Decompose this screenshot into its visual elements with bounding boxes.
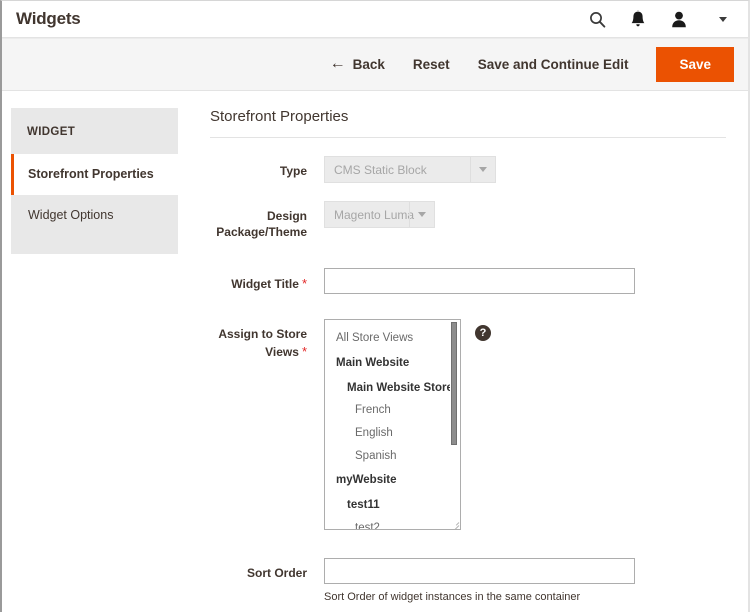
store-view-option[interactable]: myWebsite <box>325 467 460 493</box>
sidebar-item-label: Storefront Properties <box>28 167 154 181</box>
field-label-widget-title: Widget Title* <box>210 268 307 293</box>
design-package-theme-value: Magento Luma <box>325 202 409 227</box>
save-and-continue-label: Save and Continue Edit <box>478 57 629 72</box>
help-icon[interactable]: ? <box>475 325 491 341</box>
widget-title-label-text: Widget Title <box>231 277 299 291</box>
widget-title-input[interactable] <box>324 268 635 294</box>
chevron-down-icon <box>409 202 434 227</box>
page-title: Widgets <box>16 9 81 29</box>
sidebar-item-label: Widget Options <box>28 208 113 222</box>
admin-header: Widgets <box>2 1 748 38</box>
store-views-multiselect[interactable]: All Store Views Main Website Main Websit… <box>324 319 461 530</box>
type-select: CMS Static Block <box>324 156 496 183</box>
store-view-option[interactable]: Spanish <box>325 445 460 468</box>
field-label-design-package-theme: Design Package/Theme <box>210 201 307 240</box>
chevron-down-icon[interactable] <box>716 12 730 26</box>
chevron-down-icon <box>470 157 495 182</box>
store-view-option[interactable]: Main Website Store <box>325 376 460 400</box>
multiselect-scrollbar[interactable] <box>450 322 458 527</box>
save-button-label: Save <box>679 57 711 72</box>
store-view-option[interactable]: French <box>325 399 460 422</box>
reset-button-label: Reset <box>413 57 450 72</box>
search-icon[interactable] <box>587 9 607 29</box>
store-view-option[interactable]: test11 <box>325 493 460 517</box>
user-account-icon[interactable] <box>669 9 689 29</box>
store-view-option[interactable]: English <box>325 422 460 445</box>
sort-order-input[interactable] <box>324 558 635 584</box>
design-package-theme-select: Magento Luma <box>324 201 435 228</box>
field-design-package-theme: Design Package/Theme Magento Luma <box>210 201 726 240</box>
field-label-assign-to-store-views: Assign to Store Views* <box>210 319 307 360</box>
field-label-type: Type <box>210 156 307 179</box>
resize-handle-icon[interactable] <box>450 519 459 528</box>
assign-store-views-label-text: Assign to Store Views <box>218 327 307 358</box>
save-button[interactable]: Save <box>656 47 734 83</box>
notifications-icon[interactable] <box>628 9 648 29</box>
back-button[interactable]: ← Back <box>316 51 399 79</box>
page-actions-toolbar: ← Back Reset Save and Continue Edit Save <box>2 38 748 91</box>
main-form: Storefront Properties Type CMS Static Bl… <box>178 108 748 612</box>
field-sort-order: Sort Order Sort Order of widget instance… <box>210 558 726 604</box>
multiselect-scrollbar-thumb[interactable] <box>451 322 457 445</box>
store-view-option[interactable]: All Store Views <box>325 327 460 350</box>
type-select-value: CMS Static Block <box>325 157 470 182</box>
field-widget-title: Widget Title* <box>210 268 726 294</box>
required-indicator: * <box>302 276 307 291</box>
sort-order-note: Sort Order of widget instances in the sa… <box>324 590 580 604</box>
sidebar-heading: WIDGET <box>11 108 178 154</box>
reset-button[interactable]: Reset <box>399 51 464 78</box>
back-button-label: Back <box>353 57 385 72</box>
store-view-option[interactable]: test2 <box>325 517 460 531</box>
page-body: WIDGET Storefront Properties Widget Opti… <box>2 91 748 612</box>
widget-sidebar: WIDGET Storefront Properties Widget Opti… <box>11 108 178 254</box>
section-title: Storefront Properties <box>210 108 726 138</box>
arrow-left-icon: ← <box>330 56 346 72</box>
required-indicator: * <box>302 344 307 359</box>
store-view-option[interactable]: Main Website <box>325 350 460 376</box>
field-label-sort-order: Sort Order <box>210 558 307 581</box>
field-type: Type CMS Static Block <box>210 156 726 183</box>
admin-page: Widgets <box>0 0 750 612</box>
save-and-continue-edit-button[interactable]: Save and Continue Edit <box>464 51 643 78</box>
header-icon-group <box>587 9 730 29</box>
sidebar-item-widget-options[interactable]: Widget Options <box>11 195 178 236</box>
sidebar-item-storefront-properties[interactable]: Storefront Properties <box>11 154 178 195</box>
field-assign-to-store-views: Assign to Store Views* All Store Views M… <box>210 319 726 530</box>
